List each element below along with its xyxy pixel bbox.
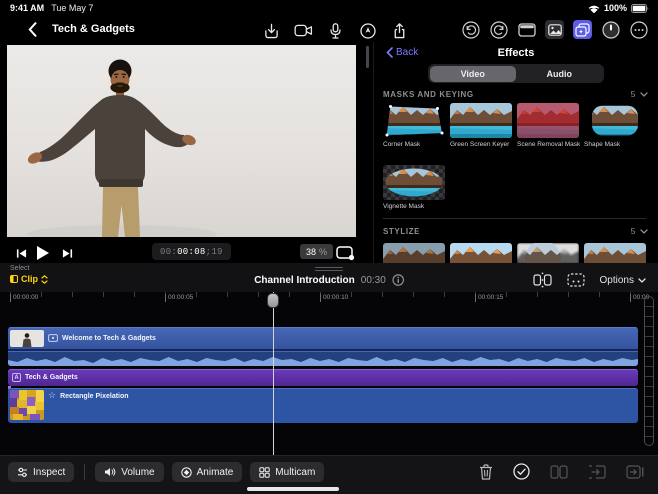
ruler-label: 00:00:05 bbox=[165, 294, 193, 302]
timecode-display[interactable]: 00:00:08;19 bbox=[152, 243, 231, 260]
home-indicator[interactable] bbox=[247, 487, 339, 491]
effect-corner-mask[interactable]: Corner Mask bbox=[383, 103, 445, 148]
skip-to-end-icon[interactable] bbox=[62, 248, 73, 259]
append-clip-icon[interactable] bbox=[626, 465, 644, 479]
jog-wheel-icon[interactable] bbox=[358, 21, 377, 40]
clip-thumbnail bbox=[10, 330, 44, 347]
inspect-button[interactable]: Inspect bbox=[8, 462, 74, 482]
window-layout-icon[interactable] bbox=[517, 20, 536, 39]
title-clip-icon: A bbox=[12, 373, 21, 382]
panel-title: Effects bbox=[374, 47, 658, 59]
redo-icon[interactable] bbox=[489, 20, 508, 39]
inspector-icon bbox=[17, 467, 28, 478]
timeline[interactable]: 00:00:00 00:00:05 00:00:10 00:00:15 00:0… bbox=[0, 292, 658, 455]
speaker-icon bbox=[104, 467, 116, 477]
timeline-vertical-scrollbar[interactable] bbox=[644, 296, 654, 446]
clip-thumbnail bbox=[10, 390, 44, 420]
clip-label: Tech & Gadgets bbox=[25, 374, 78, 381]
play-icon[interactable] bbox=[36, 245, 50, 261]
timeline-header: Select Clip Channel Introduction 00:30 O… bbox=[0, 263, 658, 292]
connect-clip-icon[interactable] bbox=[567, 273, 585, 287]
share-icon[interactable] bbox=[390, 21, 409, 40]
top-toolbar: Tech & Gadgets bbox=[0, 17, 658, 43]
effect-vignette-mask[interactable]: Vignette Mask bbox=[383, 165, 445, 210]
clip-label: Rectangle Pixelation bbox=[60, 393, 128, 400]
effects-panel: Back Effects Video Audio MASKS AND KEYIN… bbox=[374, 42, 658, 268]
viewer: 00:00:08;19 38% bbox=[0, 42, 374, 266]
import-icon[interactable] bbox=[262, 21, 281, 40]
clip-label: Welcome to Tech & Gadgets bbox=[62, 335, 156, 342]
animate-button[interactable]: Animate bbox=[172, 462, 243, 482]
panel-resize-handle[interactable] bbox=[366, 46, 369, 68]
undo-icon[interactable] bbox=[461, 20, 480, 39]
skip-to-start-icon[interactable] bbox=[16, 248, 27, 259]
keyframe-icon bbox=[181, 467, 192, 478]
stylize-section-count[interactable]: 5 bbox=[631, 226, 648, 236]
ruler-label: 00:00:00 bbox=[10, 294, 38, 302]
timeline-clip-video[interactable]: Welcome to Tech & Gadgets bbox=[8, 327, 638, 366]
ruler-label: 00:00:10 bbox=[320, 294, 348, 302]
battery-percent: 100% bbox=[604, 3, 627, 13]
wifi-icon bbox=[588, 4, 600, 13]
section-divider bbox=[383, 218, 646, 219]
playhead-handle[interactable] bbox=[267, 293, 279, 308]
video-clip-icon bbox=[48, 334, 58, 342]
chevron-down-icon bbox=[638, 278, 646, 283]
more-options-icon[interactable] bbox=[629, 20, 648, 39]
camera-icon[interactable] bbox=[294, 21, 313, 40]
selection-mode-dropdown[interactable]: Clip bbox=[10, 274, 48, 284]
select-label: Select bbox=[10, 265, 48, 272]
video-preview[interactable] bbox=[7, 45, 356, 237]
clip-audio-waveform bbox=[8, 351, 638, 366]
masks-section-header: MASKS AND KEYING 5 bbox=[383, 89, 648, 99]
effects-browser-icon[interactable] bbox=[573, 20, 592, 39]
clock: 9:41 AM bbox=[10, 3, 44, 13]
options-dropdown[interactable]: Options bbox=[600, 275, 646, 286]
timeline-clip-title[interactable]: A Tech & Gadgets bbox=[8, 369, 638, 386]
fullscreen-preview-icon[interactable] bbox=[336, 246, 355, 261]
masks-section-count[interactable]: 5 bbox=[631, 89, 648, 99]
tab-video[interactable]: Video bbox=[430, 66, 517, 82]
stylize-section-header: STYLIZE 5 bbox=[383, 226, 648, 236]
effect-clip-star-icon: ☆ bbox=[48, 390, 56, 400]
multicam-grid-icon bbox=[259, 467, 270, 478]
project-title: Tech & Gadgets bbox=[52, 23, 135, 35]
enable-clip-icon[interactable] bbox=[513, 463, 530, 480]
timeline-project-name: Channel Introduction bbox=[254, 275, 355, 286]
insert-clip-icon[interactable] bbox=[588, 465, 606, 479]
tab-audio[interactable]: Audio bbox=[516, 66, 603, 82]
split-clip-icon[interactable] bbox=[533, 272, 552, 288]
date: Tue May 7 bbox=[51, 3, 93, 13]
media-browser-icon[interactable] bbox=[545, 20, 564, 39]
info-icon[interactable] bbox=[392, 274, 404, 286]
toolbar-divider bbox=[84, 464, 85, 480]
presenter-figure bbox=[7, 45, 356, 237]
trash-icon[interactable] bbox=[479, 464, 493, 480]
timeline-drag-handle[interactable] bbox=[315, 267, 343, 273]
video-audio-segmented-control: Video Audio bbox=[428, 64, 604, 83]
trim-split-icon[interactable] bbox=[550, 465, 568, 479]
effect-green-screen-keyer[interactable]: Green Screen Keyer bbox=[450, 103, 512, 148]
effect-shape-mask[interactable]: Shape Mask bbox=[584, 103, 646, 148]
clip-range-icon bbox=[10, 275, 18, 283]
dial-icon[interactable] bbox=[601, 20, 620, 39]
up-down-chevrons-icon bbox=[41, 275, 48, 284]
battery-icon bbox=[631, 4, 650, 13]
chevron-down-icon bbox=[640, 229, 648, 234]
volume-button[interactable]: Volume bbox=[95, 462, 163, 482]
zoom-level-control[interactable]: 38% bbox=[300, 244, 333, 259]
chevron-down-icon bbox=[640, 92, 648, 97]
ruler-label: 00:00:15 bbox=[475, 294, 503, 302]
back-chevron-icon[interactable] bbox=[28, 22, 37, 37]
timeline-clip-effect[interactable]: ☆ Rectangle Pixelation bbox=[8, 388, 638, 423]
status-bar: 9:41 AM Tue May 7 100% bbox=[0, 0, 658, 17]
timeline-project-duration: 00:30 bbox=[361, 275, 386, 286]
effect-scene-removal-mask[interactable]: Scene Removal Mask bbox=[517, 103, 579, 148]
microphone-icon[interactable] bbox=[326, 21, 345, 40]
multicam-button[interactable]: Multicam bbox=[250, 462, 324, 482]
project-info: Channel Introduction 00:30 bbox=[254, 274, 404, 286]
playhead-line bbox=[273, 292, 274, 455]
